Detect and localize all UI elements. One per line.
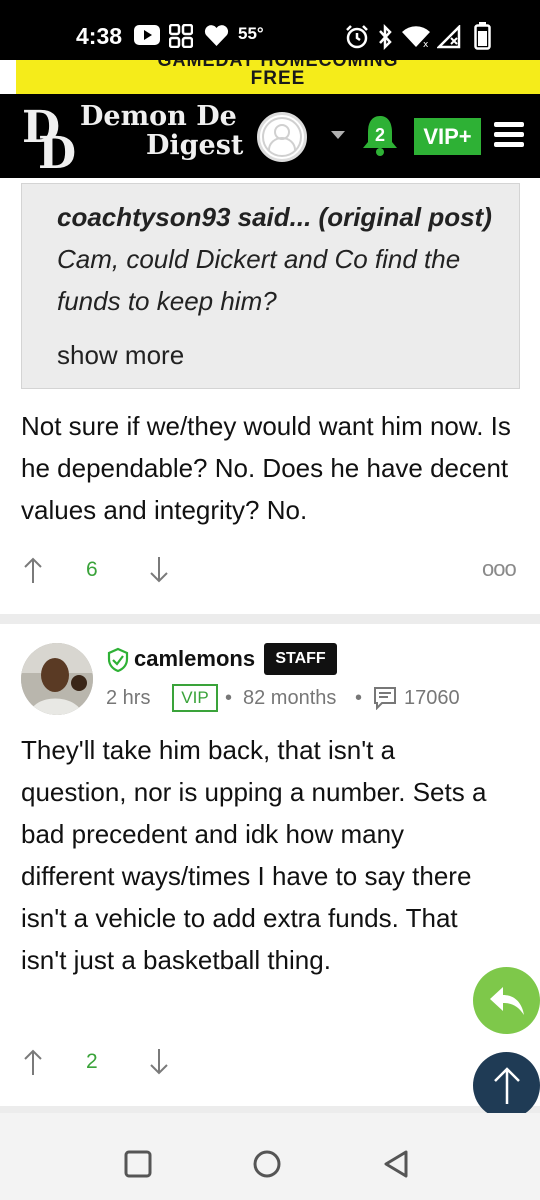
scroll-to-top-button[interactable] <box>473 1052 540 1119</box>
user-placeholder-icon <box>262 117 302 157</box>
status-temperature: 55° <box>238 24 264 43</box>
youtube-icon <box>134 25 160 45</box>
upvote-arrow-icon[interactable] <box>23 556 43 584</box>
quote-text: coachtyson93 said... (original post) Cam… <box>57 196 507 322</box>
downvote-arrow-icon[interactable] <box>149 556 169 584</box>
post-vote-row: 6 ooo <box>21 554 521 590</box>
site-logo[interactable]: Demon De Digest <box>80 102 243 160</box>
vip-tag: VIP <box>172 684 218 712</box>
signal-icon <box>437 25 461 49</box>
account-dropdown-icon[interactable] <box>331 131 345 139</box>
ad-banner[interactable]: GAMEDAY HOMECOMING FREE <box>16 60 540 94</box>
more-options-icon[interactable]: ooo <box>482 556 517 582</box>
avatar[interactable] <box>21 643 93 715</box>
hamburger-menu-icon[interactable] <box>494 122 524 148</box>
svg-text:x: x <box>423 40 429 48</box>
status-time: 4:38 <box>76 23 123 49</box>
upvote-arrow-icon[interactable] <box>23 1048 43 1076</box>
recent-apps-icon[interactable] <box>124 1150 152 1178</box>
ad-free-label: FREE <box>250 68 306 89</box>
logo-mark-icon[interactable]: D D <box>20 100 82 172</box>
battery-icon <box>474 22 491 50</box>
bell-icon: 2 <box>363 116 397 156</box>
home-icon[interactable] <box>252 1149 282 1179</box>
quoted-post: coachtyson93 said... (original post) Cam… <box>21 183 520 389</box>
upvote-count: 6 <box>86 558 98 581</box>
account-avatar[interactable] <box>257 112 307 162</box>
system-nav-bar <box>0 1113 540 1200</box>
staff-badge: STAFF <box>264 643 337 675</box>
app-grid-icon <box>169 24 193 48</box>
reply-button[interactable] <box>473 967 540 1034</box>
logo-line1: Demon De <box>80 101 237 132</box>
reply-arrow-icon <box>490 987 524 1015</box>
vip-plus-button[interactable]: VIP+ <box>414 118 481 155</box>
wifi-icon: x <box>402 26 430 48</box>
meta-separator: • <box>225 687 233 709</box>
svg-text:D: D <box>38 128 76 172</box>
arrow-up-icon <box>494 1067 520 1104</box>
upvote-count: 2 <box>86 1050 98 1073</box>
post-count: 17060 <box>404 687 460 709</box>
post-body: They'll take him back, that isn't a ques… <box>21 735 487 975</box>
logo-line2: Digest <box>146 130 244 161</box>
notifications-button[interactable]: 2 <box>361 114 399 163</box>
downvote-arrow-icon[interactable] <box>149 1048 169 1076</box>
heart-icon <box>204 25 229 46</box>
verified-shield-icon <box>107 647 129 673</box>
show-more-link[interactable]: show more <box>57 340 184 371</box>
post-body: Not sure if we/they would want him now. … <box>21 411 511 525</box>
alarm-icon <box>346 25 368 49</box>
member-tenure: 82 months <box>243 687 337 709</box>
posts-icon <box>374 687 396 710</box>
quote-author[interactable]: coachtyson93 said... (original post) <box>57 202 492 232</box>
status-bar: 4:38 55° x <box>0 0 540 60</box>
quote-content: Cam, could Dickert and Co find the funds… <box>57 244 461 316</box>
meta-separator: • <box>355 687 363 709</box>
post-vote-row: 2 <box>21 1046 521 1082</box>
bluetooth-icon <box>379 24 392 50</box>
post-time: 2 hrs <box>106 687 151 709</box>
notification-count: 2 <box>375 125 385 145</box>
user-photo-icon <box>21 643 93 715</box>
username[interactable]: camlemons <box>134 646 255 672</box>
post-divider <box>0 614 540 624</box>
back-icon[interactable] <box>382 1149 410 1179</box>
